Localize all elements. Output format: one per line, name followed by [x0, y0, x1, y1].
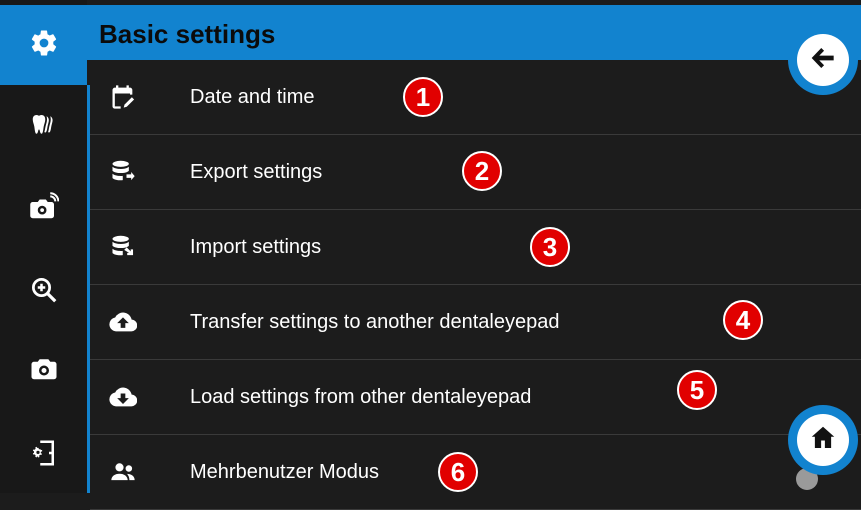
- camera-icon: [29, 353, 59, 388]
- badge-1: 1: [403, 77, 443, 117]
- list-item-label: Load settings from other dentaleyepad: [190, 385, 532, 408]
- back-arrow-icon: [807, 42, 839, 79]
- gear-icon: [29, 28, 59, 63]
- settings-list: Date and time 1 Export settings 2 Import…: [90, 60, 861, 510]
- list-item-label: Mehrbenutzer Modus: [190, 460, 379, 483]
- settings-exit-icon: [29, 438, 59, 473]
- list-item-export-settings[interactable]: Export settings 2: [90, 135, 861, 210]
- list-item-multiuser-mode[interactable]: Mehrbenutzer Modus 6: [90, 435, 861, 510]
- cloud-download-icon: [108, 382, 138, 412]
- database-import-icon: [108, 232, 138, 262]
- list-item-label: Import settings: [190, 235, 322, 258]
- badge-3: 3: [530, 227, 570, 267]
- back-button[interactable]: [788, 25, 858, 95]
- header-bar: Basic settings: [87, 5, 861, 60]
- list-item-label: Date and time: [190, 85, 315, 108]
- users-icon: [108, 457, 138, 487]
- sidebar-item-teeth[interactable]: [0, 90, 87, 165]
- sidebar-item-remote-camera[interactable]: [0, 172, 87, 247]
- home-button[interactable]: [788, 405, 858, 475]
- cloud-upload-icon: [108, 307, 138, 337]
- sidebar-item-camera[interactable]: [0, 333, 87, 408]
- list-item-label: Export settings: [190, 160, 323, 183]
- database-export-icon: [108, 157, 138, 187]
- sidebar: [0, 0, 87, 493]
- sidebar-item-zoom[interactable]: [0, 255, 87, 330]
- zoom-in-icon: [29, 275, 59, 310]
- sidebar-item-exit[interactable]: [0, 418, 87, 493]
- badge-4: 4: [723, 300, 763, 340]
- home-icon: [808, 423, 838, 458]
- calendar-edit-icon: [108, 82, 138, 112]
- badge-5: 5: [677, 370, 717, 410]
- list-item-import-settings[interactable]: Import settings 3: [90, 210, 861, 285]
- badge-6: 6: [438, 452, 478, 492]
- page-title: Basic settings: [99, 19, 276, 49]
- list-item-label: Transfer settings to another dentaleyepa…: [190, 310, 560, 333]
- camera-wireless-icon: [29, 192, 59, 227]
- list-item-load-settings[interactable]: Load settings from other dentaleyepad 5: [90, 360, 861, 435]
- sidebar-item-settings[interactable]: [0, 5, 87, 85]
- list-item-date-time[interactable]: Date and time 1: [90, 60, 861, 135]
- list-item-transfer-settings[interactable]: Transfer settings to another dentaleyepa…: [90, 285, 861, 360]
- teeth-icon: [29, 110, 59, 145]
- badge-2: 2: [462, 151, 502, 191]
